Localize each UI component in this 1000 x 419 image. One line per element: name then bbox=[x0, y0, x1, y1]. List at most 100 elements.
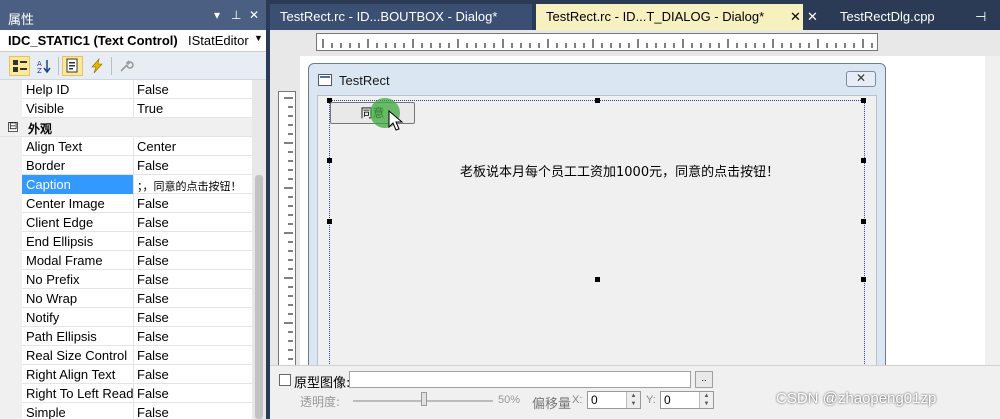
category-row-appearance[interactable]: ⊟ 外观 bbox=[0, 118, 252, 137]
designer-scrollbar[interactable] bbox=[985, 56, 1000, 366]
property-name: Modal Frame bbox=[26, 253, 103, 268]
property-value[interactable]: False bbox=[133, 327, 252, 346]
dialog-client-area[interactable]: 老板说本月每个员工工资加1000元，同意的点击按钮！ 同意 bbox=[317, 95, 877, 400]
property-row[interactable]: Center Image False bbox=[0, 194, 252, 213]
resize-handle[interactable] bbox=[861, 98, 866, 103]
property-value[interactable]: False bbox=[133, 270, 252, 289]
property-row[interactable]: Border False bbox=[0, 156, 252, 175]
tab-close-inactive[interactable]: ✕ bbox=[803, 4, 823, 30]
property-value[interactable]: False bbox=[133, 346, 252, 365]
property-value[interactable]: False bbox=[133, 232, 252, 251]
watermark: CSDN @zhaopeng01zp bbox=[776, 390, 937, 407]
collapse-toggle[interactable]: ⊟ bbox=[8, 122, 18, 132]
property-value[interactable]: False bbox=[133, 80, 252, 99]
object-type: IStatEditor bbox=[188, 33, 249, 48]
prototype-image-checkbox[interactable] bbox=[279, 374, 291, 386]
close-icon[interactable]: ✕ bbox=[790, 9, 801, 25]
offset-y-stepper[interactable]: 0 ▲ ▼ bbox=[660, 391, 714, 409]
property-grid: Help ID False Visible True ⊟ 外观 Align Te… bbox=[0, 80, 266, 419]
ruler-ticks bbox=[322, 39, 873, 48]
tab-aboutbox-dialog[interactable]: TestRect.rc - ID...BOUTBOX - Dialog* bbox=[270, 4, 532, 30]
pin-icon[interactable]: ⊣ bbox=[975, 9, 986, 25]
resize-handle[interactable] bbox=[595, 277, 600, 282]
property-row[interactable]: Visible True bbox=[0, 99, 252, 118]
offset-label: 偏移量 bbox=[532, 397, 572, 412]
properties-button[interactable] bbox=[62, 56, 83, 76]
property-row[interactable]: End Ellipsis False bbox=[0, 232, 252, 251]
svg-text:Z: Z bbox=[37, 67, 42, 74]
chevron-down-icon[interactable]: ▼ bbox=[254, 33, 263, 43]
property-value[interactable]: False bbox=[133, 194, 252, 213]
property-row[interactable]: Notify False bbox=[0, 308, 252, 327]
property-name: Path Ellipsis bbox=[26, 329, 97, 344]
dropdown-icon[interactable]: ▾ bbox=[214, 8, 220, 22]
property-row[interactable]: No Wrap False bbox=[0, 289, 252, 308]
resize-handle[interactable] bbox=[861, 219, 866, 224]
property-value[interactable]: False bbox=[133, 403, 252, 419]
tab-testrectdlg-cpp[interactable]: TestRectDlg.cpp ⊣ bbox=[830, 4, 1000, 30]
document-tabs: TestRect.rc - ID...BOUTBOX - Dialog* Tes… bbox=[266, 0, 1000, 30]
property-value[interactable]: True bbox=[133, 99, 252, 118]
resize-handle[interactable] bbox=[327, 219, 332, 224]
dialog-designer: TestRect ✕ 老板说本月每个员工工资加1000元，同意的点击按钮！ 同意 bbox=[270, 30, 1000, 419]
property-value[interactable]: False bbox=[133, 289, 252, 308]
dialog-title: TestRect bbox=[339, 73, 390, 88]
spin-arrows-icon[interactable]: ▲ ▼ bbox=[699, 392, 713, 408]
spin-arrows-icon[interactable]: ▲ ▼ bbox=[626, 392, 640, 408]
resize-handle[interactable] bbox=[861, 158, 866, 163]
resize-handle[interactable] bbox=[595, 98, 600, 103]
toolbar-separator bbox=[58, 57, 59, 75]
property-value[interactable]: False bbox=[133, 308, 252, 327]
property-row[interactable]: Real Size Control False bbox=[0, 346, 252, 365]
browse-button[interactable]: .. bbox=[695, 371, 713, 388]
property-grid-scrollbar[interactable] bbox=[252, 80, 266, 419]
property-row[interactable]: No Prefix False bbox=[0, 270, 252, 289]
toolbar-separator bbox=[111, 57, 112, 75]
opacity-slider-thumb[interactable] bbox=[421, 392, 427, 406]
categorized-button[interactable] bbox=[9, 56, 30, 76]
properties-panel: 属性 ▾ ⊥ ✕ IDC_STATIC1 (Text Control) ISta… bbox=[0, 0, 266, 419]
property-value[interactable]: False bbox=[133, 365, 252, 384]
property-name: Visible bbox=[26, 101, 65, 116]
property-name: Simple bbox=[26, 405, 66, 419]
property-name: Help ID bbox=[26, 82, 70, 97]
property-value[interactable]: Center bbox=[133, 137, 252, 156]
ruler-ticks bbox=[284, 97, 293, 369]
offset-x-stepper[interactable]: 0 ▲ ▼ bbox=[587, 391, 641, 409]
property-row[interactable]: Help ID False bbox=[0, 80, 252, 99]
dialog-preview[interactable]: TestRect ✕ 老板说本月每个员工工资加1000元，同意的点击按钮！ 同意 bbox=[308, 63, 886, 400]
property-row[interactable]: Right To Left Reading False bbox=[0, 384, 252, 403]
property-name: Right To Left Reading bbox=[26, 386, 133, 401]
property-row[interactable]: Align Text Center bbox=[0, 137, 252, 156]
scrollbar-thumb[interactable] bbox=[255, 175, 263, 419]
static-text-control[interactable]: 老板说本月每个员工工资加1000元，同意的点击按钮！ bbox=[327, 98, 866, 400]
property-value[interactable]: False bbox=[133, 213, 252, 232]
property-name: Right Align Text bbox=[26, 367, 116, 382]
property-row-caption[interactable]: Caption ；，同意的点击按钮！ bbox=[0, 175, 252, 194]
property-name: No Wrap bbox=[26, 291, 78, 306]
property-row[interactable]: Modal Frame False bbox=[0, 251, 252, 270]
property-row[interactable]: Client Edge False bbox=[0, 213, 252, 232]
property-row[interactable]: Simple False bbox=[0, 403, 252, 419]
events-button[interactable] bbox=[86, 56, 107, 76]
property-row[interactable]: Path Ellipsis False bbox=[0, 327, 252, 346]
resize-handle[interactable] bbox=[327, 158, 332, 163]
offset-x-label: X: bbox=[572, 394, 583, 406]
tab-main-dialog[interactable]: TestRect.rc - ID...T_DIALOG - Dialog* ✕ bbox=[536, 4, 803, 30]
close-icon[interactable]: ✕ bbox=[249, 8, 259, 22]
resize-handle[interactable] bbox=[861, 277, 866, 282]
alphabetical-button[interactable]: AZ bbox=[33, 56, 54, 76]
property-pages-button[interactable] bbox=[115, 56, 136, 76]
vertical-ruler bbox=[278, 91, 296, 375]
property-value[interactable]: False bbox=[133, 156, 252, 175]
close-icon[interactable]: ✕ bbox=[807, 9, 818, 24]
prototype-image-path-input[interactable] bbox=[349, 371, 691, 388]
dialog-close-button[interactable]: ✕ bbox=[846, 71, 876, 87]
property-row[interactable]: Right Align Text False bbox=[0, 365, 252, 384]
object-selector[interactable]: IDC_STATIC1 (Text Control) IStatEditor ▼ bbox=[0, 30, 266, 52]
property-value[interactable]: False bbox=[133, 251, 252, 270]
caption-value-input[interactable]: ；，同意的点击按钮！ bbox=[133, 175, 252, 194]
property-value[interactable]: False bbox=[133, 384, 252, 403]
pin-icon[interactable]: ⊥ bbox=[231, 8, 241, 22]
static-text-label: 老板说本月每个员工工资加1000元，同意的点击按钮！ bbox=[460, 165, 780, 180]
